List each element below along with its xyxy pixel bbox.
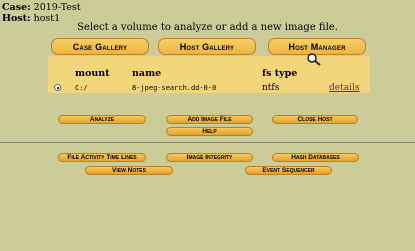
tab-case-gallery[interactable]: Case Gallery	[51, 38, 149, 55]
header-name: name	[132, 68, 162, 79]
instruction-text: Select a volume to analyze or add a new …	[77, 22, 338, 33]
file-activity-time-lines-button[interactable]: File Activity Time Lines	[58, 153, 146, 162]
section-divider	[0, 142, 415, 143]
event-sequencer-button[interactable]: Event Sequencer	[245, 166, 332, 175]
add-image-file-button[interactable]: Add Image File	[166, 115, 253, 124]
details-link[interactable]: details	[329, 83, 359, 93]
tab-host-gallery[interactable]: Host Gallery	[158, 38, 256, 55]
close-host-button[interactable]: Close Host	[272, 115, 358, 124]
volume-radio[interactable]	[54, 84, 61, 91]
magnifier-cursor-icon	[307, 53, 321, 66]
row-mount: C:/	[75, 84, 88, 92]
view-notes-button[interactable]: View Notes	[85, 166, 173, 175]
row-name: 8-jpeg-search.dd-0-0	[132, 84, 217, 92]
row-fs-type: ntfs	[262, 83, 280, 93]
case-line: Case: 2019-Test	[2, 2, 81, 13]
case-label: Case:	[2, 2, 31, 13]
case-info: Case: 2019-Test Host: host1	[2, 2, 81, 24]
analyze-button[interactable]: Analyze	[58, 115, 146, 124]
hash-databases-button[interactable]: Hash Databases	[272, 153, 359, 162]
header-fs-type: fs type	[262, 68, 298, 79]
case-value: 2019-Test	[33, 2, 81, 13]
header-mount: mount	[75, 68, 110, 79]
image-integrity-button[interactable]: Image Integrity	[166, 153, 253, 162]
help-button[interactable]: Help	[166, 127, 253, 136]
